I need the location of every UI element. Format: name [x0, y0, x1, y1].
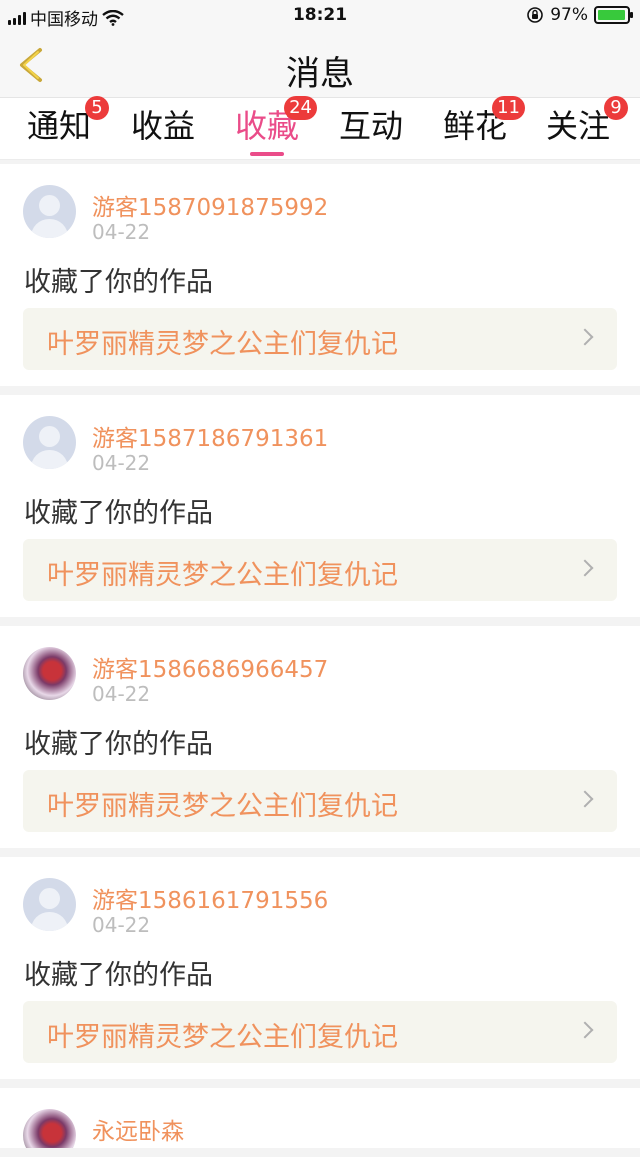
tab-earnings[interactable]: 收益: [131, 104, 195, 154]
tab-bar: 通知 5 收益 收藏 24 互动 鲜花 11 关注 9: [0, 96, 640, 160]
avatar[interactable]: [23, 185, 76, 238]
post-date: 04-22: [92, 913, 151, 937]
tab-flowers[interactable]: 鲜花 11: [443, 96, 526, 154]
battery-percent: 97%: [550, 5, 588, 25]
user-name[interactable]: 游客1586161791556: [92, 881, 328, 915]
tab-favorites[interactable]: 收藏 24: [235, 96, 318, 156]
user-name[interactable]: 游客1586686966457: [92, 650, 328, 684]
tab-badge: 5: [85, 96, 110, 120]
work-title: 叶罗丽精灵梦之公主们复仇记: [47, 329, 398, 360]
action-text: 收藏了你的作品: [24, 498, 213, 529]
chevron-right-icon: [576, 1021, 594, 1039]
battery-fill: [598, 10, 626, 20]
post-date: 04-22: [92, 682, 151, 706]
battery-group: 97%: [526, 5, 633, 25]
list-item: 游客1587186791361 04-22 收藏了你的作品 叶罗丽精灵梦之公主们…: [0, 395, 640, 617]
page-title: 消息: [286, 54, 354, 94]
list-item: 游客1586161791556 04-22 收藏了你的作品 叶罗丽精灵梦之公主们…: [0, 857, 640, 1079]
post-date: 04-22: [92, 220, 151, 244]
work-link[interactable]: 叶罗丽精灵梦之公主们复仇记: [23, 539, 617, 601]
work-title: 叶罗丽精灵梦之公主们复仇记: [47, 560, 398, 591]
active-tab-indicator: [250, 152, 284, 156]
work-title: 叶罗丽精灵梦之公主们复仇记: [47, 1022, 398, 1053]
status-bar: 中国移动 18:21 97%: [0, 0, 640, 32]
post-date: 04-22: [92, 451, 151, 475]
work-title: 叶罗丽精灵梦之公主们复仇记: [47, 791, 398, 822]
battery-icon: [594, 6, 633, 24]
action-text: 收藏了你的作品: [24, 729, 213, 760]
user-name[interactable]: 永远卧森: [92, 1112, 184, 1146]
chevron-right-icon: [576, 790, 594, 808]
nav-bar: 消息: [0, 32, 640, 98]
work-link[interactable]: 叶罗丽精灵梦之公主们复仇记: [23, 1001, 617, 1063]
tab-label: 收益: [131, 107, 196, 145]
list-item: 游客1586686966457 04-22 收藏了你的作品 叶罗丽精灵梦之公主们…: [0, 626, 640, 848]
action-text: 收藏了你的作品: [24, 960, 213, 991]
tab-badge: 9: [604, 96, 629, 120]
tab-badge: 11: [492, 96, 526, 120]
chevron-right-icon: [576, 328, 594, 346]
tab-following[interactable]: 关注 9: [546, 96, 629, 154]
tab-label: 关注: [546, 107, 611, 145]
list-item: 游客1587091875992 04-22 收藏了你的作品 叶罗丽精灵梦之公主们…: [0, 164, 640, 386]
avatar[interactable]: [23, 416, 76, 469]
message-list: 游客1587091875992 04-22 收藏了你的作品 叶罗丽精灵梦之公主们…: [0, 160, 640, 1157]
orientation-lock-icon: [527, 7, 544, 23]
chevron-right-icon: [576, 559, 594, 577]
work-link[interactable]: 叶罗丽精灵梦之公主们复仇记: [23, 770, 617, 832]
work-link[interactable]: 叶罗丽精灵梦之公主们复仇记: [23, 308, 617, 370]
avatar[interactable]: [23, 647, 76, 700]
action-text: 收藏了你的作品: [24, 267, 213, 298]
tab-badge: 24: [284, 96, 318, 120]
tab-interactions[interactable]: 互动: [339, 104, 403, 154]
avatar[interactable]: [23, 1109, 76, 1148]
user-name[interactable]: 游客1587091875992: [92, 188, 328, 222]
tab-label: 通知: [27, 107, 92, 145]
tab-notifications[interactable]: 通知 5: [27, 96, 110, 154]
avatar[interactable]: [23, 878, 76, 931]
user-name[interactable]: 游客1587186791361: [92, 419, 328, 453]
list-item: 永远卧森: [0, 1088, 640, 1148]
tab-label: 互动: [339, 107, 404, 145]
